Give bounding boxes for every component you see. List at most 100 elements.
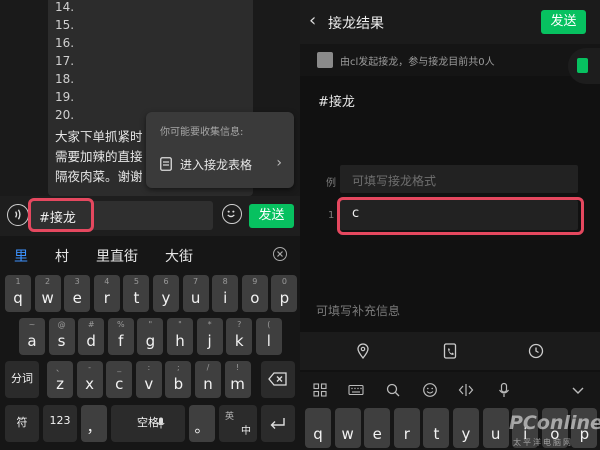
key-secondary-char: : xyxy=(147,363,151,372)
keyboard-key[interactable]: / n xyxy=(195,361,221,398)
comma-key[interactable]: ， xyxy=(81,405,107,442)
key-secondary-char: " xyxy=(148,320,153,329)
keyboard-key[interactable]: 、 z xyxy=(47,361,73,398)
avatar xyxy=(317,52,333,68)
keyboard-key[interactable]: t xyxy=(423,408,450,448)
key-label: 英 xyxy=(225,412,235,422)
extra-info-placeholder[interactable]: 可填写补充信息 xyxy=(316,302,400,319)
key-secondary-char: 7 xyxy=(193,277,199,286)
split-key[interactable]: 分词 xyxy=(5,361,39,398)
keyboard-key[interactable]: w xyxy=(334,408,361,448)
keyboard-key[interactable]: q xyxy=(305,408,331,448)
open-solitaire-form-button[interactable]: 进入接龙表格 › xyxy=(158,152,288,178)
keyboard-key[interactable]: 4r xyxy=(93,275,120,312)
keyboard-key[interactable]: 8i xyxy=(212,275,239,312)
keyboard-key[interactable]: # d xyxy=(78,318,105,355)
emoji-icon[interactable] xyxy=(422,382,438,398)
keyboard-icon[interactable] xyxy=(348,382,364,398)
back-icon[interactable]: ‹ xyxy=(309,10,316,31)
candidate-item[interactable]: 大街 xyxy=(165,246,193,266)
keyboard-key[interactable]: ~ a xyxy=(19,318,45,355)
list-icon xyxy=(160,157,172,171)
symbols-key[interactable]: 符 xyxy=(5,405,39,442)
cursor-move-icon[interactable] xyxy=(458,382,474,398)
candidate-item[interactable]: 村 xyxy=(55,246,69,266)
key-secondary-char: " xyxy=(178,320,182,329)
numbers-key[interactable]: 123 xyxy=(43,405,77,442)
close-icon[interactable] xyxy=(273,247,287,261)
key-label: 符 xyxy=(16,416,28,429)
keyboard-key[interactable]: 5t xyxy=(123,275,150,312)
space-key[interactable]: 空格 xyxy=(111,405,185,442)
keyboard-key[interactable]: ? k xyxy=(226,318,253,355)
send-button[interactable]: 发送 xyxy=(249,204,294,228)
keyboard-key[interactable]: r xyxy=(393,408,420,448)
keyboard-key[interactable]: _ c xyxy=(106,361,133,398)
language-switch-key[interactable]: 英中 xyxy=(219,405,257,442)
microphone-icon xyxy=(157,417,165,429)
key-secondary-char: ~ xyxy=(28,320,36,329)
keyboard-key[interactable]: @ s xyxy=(48,318,75,355)
keyboard-key[interactable]: (l xyxy=(255,318,282,355)
key-secondary-char: ( xyxy=(267,320,271,329)
key-label: 分词 xyxy=(11,372,33,385)
search-icon[interactable] xyxy=(385,382,401,398)
key-label: t xyxy=(133,289,140,307)
page-title: 接龙结果 xyxy=(328,16,384,32)
example-field[interactable]: 可填写接龙格式 xyxy=(340,165,578,193)
entry-label: 进入接龙表格 xyxy=(180,158,253,172)
keyboard-key[interactable]: ; b xyxy=(165,361,192,398)
enter-key[interactable] xyxy=(261,405,295,442)
candidate-item[interactable]: 里 xyxy=(14,246,28,266)
keyboard-key[interactable]: * j xyxy=(196,318,223,355)
document-icon xyxy=(577,58,588,73)
keyboard-key[interactable]: 6y xyxy=(153,275,179,312)
key-label: w xyxy=(41,289,54,307)
title-bar: ‹ 接龙结果 发送 xyxy=(300,0,600,44)
keyboard-key[interactable]: 0p xyxy=(271,275,298,312)
keyboard-key[interactable]: " g xyxy=(137,318,164,355)
key-secondary-char: * xyxy=(207,320,212,329)
key-label: y xyxy=(461,425,471,443)
key-label: f xyxy=(118,332,124,350)
key-label: m xyxy=(230,375,245,393)
key-label: o xyxy=(250,289,260,307)
suggestion-popup: 你可能要收集信息: 进入接龙表格 › xyxy=(146,112,294,188)
send-button[interactable]: 发送 xyxy=(541,10,586,34)
keyboard-key[interactable]: 7u xyxy=(182,275,209,312)
phone-icon[interactable] xyxy=(442,343,458,359)
microphone-icon[interactable] xyxy=(496,382,512,398)
key-secondary-char: # xyxy=(87,320,95,329)
clock-icon[interactable] xyxy=(528,343,544,359)
keyboard-key[interactable]: " h xyxy=(167,318,193,355)
keyboard-key[interactable]: :v xyxy=(135,361,162,398)
apps-grid-icon[interactable] xyxy=(312,382,328,398)
key-secondary-char: - xyxy=(88,363,92,372)
chevron-down-icon[interactable] xyxy=(570,382,586,398)
key-secondary-char: 9 xyxy=(252,277,258,286)
keyboard-key[interactable]: ! m xyxy=(224,361,251,398)
emoji-icon[interactable] xyxy=(222,204,242,224)
key-label: ， xyxy=(86,418,102,436)
row-number: 1 xyxy=(328,210,335,221)
voice-icon[interactable] xyxy=(7,204,29,226)
message-text: 需要加辣的直接 xyxy=(55,149,143,164)
enter-icon xyxy=(270,418,285,429)
location-icon[interactable] xyxy=(355,343,371,359)
keyboard-key[interactable]: 9o xyxy=(241,275,268,312)
chevron-right-icon: › xyxy=(276,155,282,171)
keyboard-key[interactable]: 3e xyxy=(64,275,91,312)
keyboard-key[interactable]: % f xyxy=(107,318,134,355)
keyboard-key[interactable]: -x xyxy=(76,361,103,398)
key-label: v xyxy=(144,375,154,393)
keyboard-key[interactable]: 1q xyxy=(5,275,31,312)
backspace-key[interactable] xyxy=(261,361,295,398)
keyboard-key[interactable]: 2w xyxy=(34,275,61,312)
keyboard-key[interactable]: e xyxy=(364,408,391,448)
keyboard-key[interactable]: y xyxy=(453,408,479,448)
period-key[interactable]: 。 xyxy=(189,405,215,442)
key-label: h xyxy=(175,332,185,350)
key-label: d xyxy=(86,332,96,350)
side-float-button[interactable] xyxy=(568,48,600,84)
candidate-item[interactable]: 里直街 xyxy=(96,246,138,266)
